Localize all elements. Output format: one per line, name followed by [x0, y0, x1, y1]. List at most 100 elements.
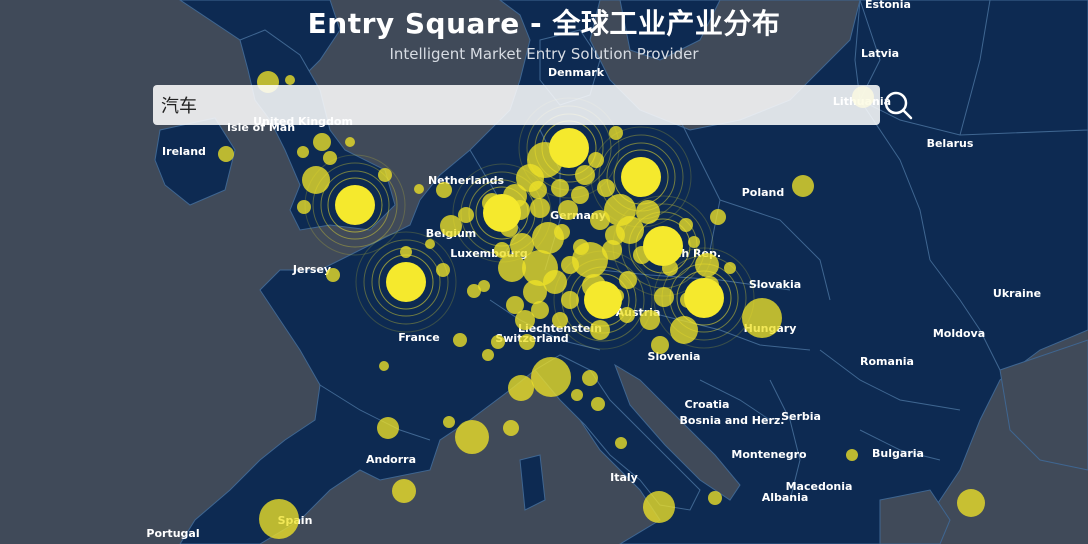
- industry-marker[interactable]: [609, 126, 623, 140]
- industry-marker[interactable]: [651, 336, 669, 354]
- map[interactable]: EstoniaLatviaDenmarkLithuaniaUnited King…: [0, 0, 1088, 544]
- industry-marker[interactable]: [554, 224, 570, 240]
- search-button[interactable]: [880, 88, 916, 122]
- industry-marker[interactable]: [724, 262, 736, 274]
- industry-marker[interactable]: [498, 254, 526, 282]
- industry-marker[interactable]: [378, 168, 392, 182]
- industry-hub-marker[interactable]: [335, 185, 375, 225]
- industry-marker[interactable]: [643, 491, 675, 523]
- industry-marker[interactable]: [636, 200, 660, 224]
- industry-marker[interactable]: [561, 256, 579, 274]
- industry-marker[interactable]: [575, 165, 595, 185]
- industry-marker[interactable]: [510, 233, 534, 257]
- country-label: Bulgaria: [872, 447, 924, 460]
- industry-marker[interactable]: [392, 479, 416, 503]
- industry-marker[interactable]: [377, 417, 399, 439]
- industry-marker[interactable]: [679, 218, 693, 232]
- industry-marker[interactable]: [478, 280, 490, 292]
- industry-marker[interactable]: [436, 182, 452, 198]
- industry-marker[interactable]: [654, 287, 674, 307]
- industry-marker[interactable]: [285, 75, 295, 85]
- industry-marker[interactable]: [440, 215, 462, 237]
- industry-marker[interactable]: [590, 210, 610, 230]
- industry-marker[interactable]: [670, 316, 698, 344]
- industry-marker[interactable]: [591, 397, 605, 411]
- industry-marker[interactable]: [506, 296, 524, 314]
- industry-marker[interactable]: [345, 137, 355, 147]
- industry-marker[interactable]: [531, 357, 571, 397]
- country-label: Belarus: [927, 137, 974, 150]
- industry-marker[interactable]: [582, 370, 598, 386]
- europe-map[interactable]: EstoniaLatviaDenmarkLithuaniaUnited King…: [0, 0, 1088, 544]
- industry-marker[interactable]: [688, 236, 700, 248]
- industry-marker[interactable]: [400, 246, 412, 258]
- industry-marker[interactable]: [482, 349, 494, 361]
- industry-marker[interactable]: [695, 253, 719, 277]
- industry-marker[interactable]: [792, 175, 814, 197]
- industry-marker[interactable]: [503, 420, 519, 436]
- country-label: Croatia: [685, 398, 730, 411]
- industry-marker[interactable]: [436, 263, 450, 277]
- industry-marker[interactable]: [615, 437, 627, 449]
- industry-marker[interactable]: [590, 320, 610, 340]
- industry-marker[interactable]: [302, 166, 330, 194]
- industry-marker[interactable]: [531, 301, 549, 319]
- page-subtitle: Intelligent Market Entry Solution Provid…: [389, 45, 699, 63]
- industry-marker[interactable]: [443, 416, 455, 428]
- country-label: Ukraine: [993, 287, 1041, 300]
- page-title: Entry Square - 全球工业产业分布: [307, 7, 781, 40]
- industry-marker[interactable]: [552, 312, 568, 328]
- industry-marker[interactable]: [573, 239, 589, 255]
- industry-hub-marker[interactable]: [584, 281, 622, 319]
- industry-marker[interactable]: [458, 207, 474, 223]
- industry-marker[interactable]: [619, 271, 637, 289]
- industry-marker[interactable]: [558, 200, 578, 220]
- industry-marker[interactable]: [455, 420, 489, 454]
- industry-marker[interactable]: [313, 133, 331, 151]
- country-label: Bosnia and Herz.: [680, 414, 785, 427]
- industry-marker[interactable]: [571, 389, 583, 401]
- industry-marker[interactable]: [491, 335, 505, 349]
- industry-marker[interactable]: [708, 491, 722, 505]
- industry-marker[interactable]: [619, 307, 635, 323]
- industry-marker[interactable]: [846, 449, 858, 461]
- industry-hub-marker[interactable]: [483, 194, 521, 232]
- industry-marker[interactable]: [218, 146, 234, 162]
- country-label: Jersey: [292, 263, 331, 276]
- industry-marker[interactable]: [523, 280, 547, 304]
- industry-marker[interactable]: [957, 489, 985, 517]
- industry-marker[interactable]: [323, 151, 337, 165]
- industry-hub-marker[interactable]: [621, 157, 661, 197]
- industry-hub-marker[interactable]: [549, 128, 589, 168]
- industry-marker[interactable]: [519, 334, 535, 350]
- country-label: Romania: [860, 355, 914, 368]
- industry-marker[interactable]: [742, 298, 782, 338]
- industry-hub-marker[interactable]: [643, 226, 683, 266]
- industry-marker[interactable]: [425, 239, 435, 249]
- industry-marker[interactable]: [529, 181, 547, 199]
- industry-marker[interactable]: [494, 242, 510, 258]
- industry-marker[interactable]: [326, 268, 340, 282]
- industry-marker[interactable]: [561, 291, 579, 309]
- industry-marker[interactable]: [597, 179, 615, 197]
- country-label: Moldova: [933, 327, 985, 340]
- industry-marker[interactable]: [414, 184, 424, 194]
- industry-marker[interactable]: [710, 209, 726, 225]
- industry-marker[interactable]: [297, 146, 309, 158]
- search-input[interactable]: [153, 85, 880, 125]
- industry-marker[interactable]: [379, 361, 389, 371]
- industry-marker[interactable]: [640, 310, 660, 330]
- industry-marker[interactable]: [571, 186, 589, 204]
- industry-hub-marker[interactable]: [684, 278, 724, 318]
- industry-marker[interactable]: [453, 333, 467, 347]
- industry-marker[interactable]: [588, 152, 604, 168]
- industry-marker[interactable]: [530, 198, 550, 218]
- industry-marker[interactable]: [297, 200, 311, 214]
- industry-marker[interactable]: [508, 375, 534, 401]
- industry-marker[interactable]: [602, 240, 622, 260]
- country-label: Serbia: [781, 410, 821, 423]
- industry-marker[interactable]: [551, 179, 569, 197]
- industry-hub-marker[interactable]: [386, 262, 426, 302]
- country-label: Albania: [762, 491, 809, 504]
- industry-marker[interactable]: [259, 499, 299, 539]
